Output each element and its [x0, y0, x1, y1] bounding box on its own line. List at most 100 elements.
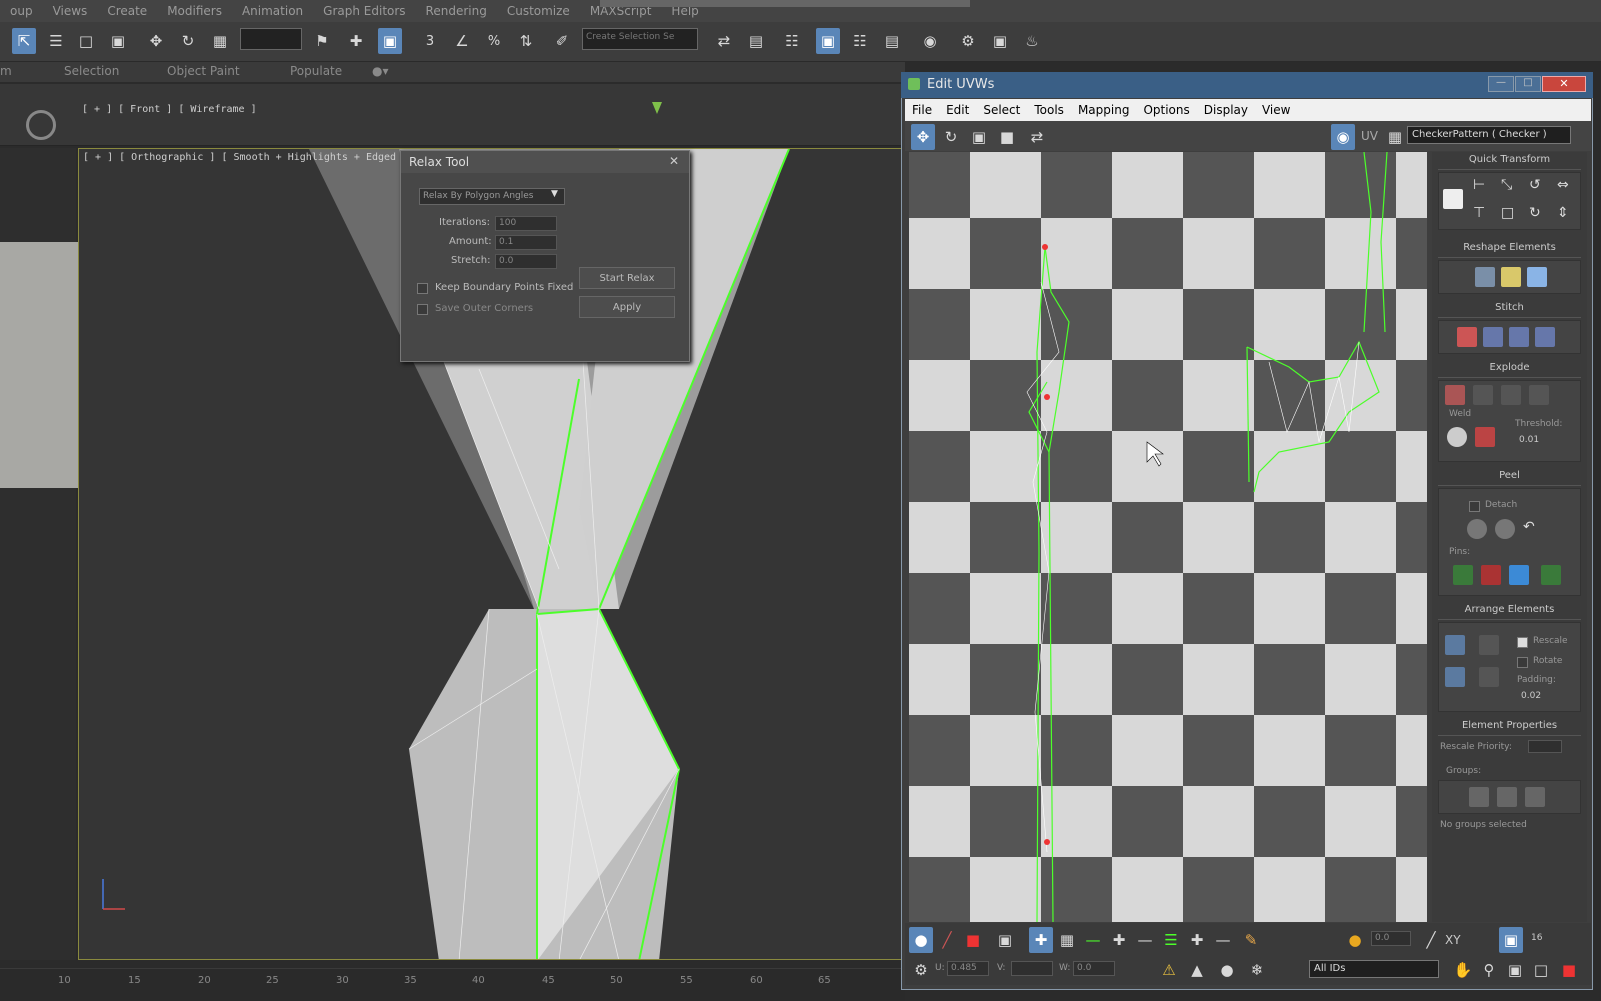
material-editor-icon[interactable]: ◉ — [918, 28, 942, 54]
poly-mode-icon[interactable]: ■ — [961, 927, 985, 953]
paint-tool-icon[interactable]: ╱ — [1419, 927, 1443, 953]
linear-align-icon[interactable]: □ — [1501, 205, 1521, 225]
explode-material-icon[interactable] — [1529, 385, 1549, 405]
threshold-spinner[interactable]: 0.01 — [1519, 435, 1539, 445]
vertex-mode-icon[interactable]: ● — [909, 927, 933, 953]
select-group-icon[interactable] — [1525, 787, 1545, 807]
schematic-view-icon[interactable]: ▤ — [880, 28, 904, 54]
stitch-average-icon[interactable] — [1509, 327, 1529, 347]
pivot-center-icon[interactable] — [1443, 189, 1463, 209]
stitch-source-icon[interactable] — [1483, 327, 1503, 347]
maximize-icon[interactable]: □ — [1515, 76, 1541, 92]
u-spinner[interactable]: 0.485 — [947, 961, 989, 976]
zoom-selected-icon[interactable]: □ — [1529, 957, 1553, 983]
ribbon-tab-object-paint[interactable]: Object Paint — [167, 64, 240, 78]
stitch-target-icon[interactable] — [1535, 327, 1555, 347]
keyboard-shortcut-icon[interactable]: ▣ — [378, 28, 402, 54]
loop-icon[interactable]: — — [1081, 927, 1105, 953]
unpin-icon[interactable] — [1481, 565, 1501, 585]
ribbon-tab-populate[interactable]: Populate — [290, 64, 342, 78]
menu-customize[interactable]: Customize — [497, 4, 580, 18]
snap-toggle-icon[interactable]: ■ — [1557, 957, 1581, 983]
stretch-spinner[interactable]: 0.0 — [495, 254, 557, 269]
apply-button[interactable]: Apply — [579, 296, 675, 318]
pan-icon[interactable]: ✋ — [1451, 957, 1475, 983]
rescale-checkbox[interactable] — [1517, 637, 1528, 648]
ribbon-tab-selection[interactable]: Selection — [64, 64, 119, 78]
reference-coord-dropdown[interactable] — [240, 28, 302, 50]
shrink-ring-icon[interactable]: — — [1211, 927, 1235, 953]
close-window-icon[interactable]: ✕ — [1542, 76, 1586, 92]
pivot-icon[interactable]: ⚑ — [310, 28, 334, 54]
uvw-menu-tools[interactable]: Tools — [1027, 103, 1071, 117]
uvw-move-icon[interactable]: ✥ — [911, 124, 935, 150]
keep-boundary-checkbox[interactable] — [417, 283, 428, 294]
grid-icon[interactable]: ▦ — [1383, 124, 1407, 150]
relax-mode-dropdown[interactable]: Relax By Polygon Angles — [419, 188, 565, 205]
zoom-value[interactable]: 16 — [1531, 933, 1542, 943]
pack-normalize-icon[interactable] — [1479, 635, 1499, 655]
stitch-custom-icon[interactable] — [1457, 327, 1477, 347]
paint-select-icon[interactable]: ✎ — [1239, 927, 1263, 953]
reshape-elements-header[interactable]: Reshape Elements — [1438, 242, 1581, 258]
explode-smooth-icon[interactable] — [1501, 385, 1521, 405]
element-properties-header[interactable]: Element Properties — [1438, 720, 1581, 736]
weld-target-icon[interactable] — [1475, 427, 1495, 447]
curve-editor-icon[interactable]: ☷ — [848, 28, 872, 54]
pack-custom-icon[interactable] — [1445, 635, 1465, 655]
show-map-icon[interactable]: ◉ — [1331, 124, 1355, 150]
uvw-menu-edit[interactable]: Edit — [939, 103, 976, 117]
menu-modifiers[interactable]: Modifiers — [157, 4, 232, 18]
minimize-icon[interactable]: — — [1488, 76, 1514, 92]
mirror-icon[interactable]: ⇄ — [712, 28, 736, 54]
grow-loop-icon[interactable]: ✚ — [1107, 927, 1131, 953]
render-setup-icon[interactable]: ⚙ — [956, 28, 980, 54]
rotate-cw-icon[interactable]: ↻ — [1529, 205, 1549, 225]
w-spinner[interactable]: 0.0 — [1073, 961, 1115, 976]
uvw-scale-icon[interactable]: ▣ — [967, 124, 991, 150]
shrink-loop-icon[interactable]: — — [1133, 927, 1157, 953]
stitch-header[interactable]: Stitch — [1438, 302, 1581, 318]
element-mode-icon[interactable]: ▣ — [993, 927, 1017, 953]
pack-together-icon[interactable] — [1445, 667, 1465, 687]
save-outer-checkbox[interactable] — [417, 304, 428, 315]
viewcube-icon[interactable] — [26, 110, 56, 140]
grow-selection-icon[interactable]: ✚ — [1029, 927, 1053, 953]
zoom-extents-icon[interactable]: ▣ — [1499, 927, 1523, 953]
percent-snap-icon[interactable]: % — [482, 28, 506, 54]
spinner-snap-icon[interactable]: ⇅ — [514, 28, 538, 54]
edge-mode-icon[interactable]: ╱ — [935, 927, 959, 953]
filter-icon[interactable]: ❄ — [1245, 957, 1269, 983]
uvw-menu-select[interactable]: Select — [976, 103, 1027, 117]
render-frame-icon[interactable]: ▣ — [988, 28, 1012, 54]
rect-selection-icon[interactable]: □ — [74, 28, 98, 54]
snaps-toggle-icon[interactable]: 3 — [418, 28, 442, 54]
ribbon-toggle-icon[interactable]: ▣ — [816, 28, 840, 54]
align-diagonal-icon[interactable]: ⤡ — [1501, 177, 1521, 197]
menu-graph-editors[interactable]: Graph Editors — [313, 4, 415, 18]
ring-icon[interactable]: ☰ — [1159, 927, 1183, 953]
amount-spinner[interactable]: 0.1 — [495, 235, 557, 250]
v-spinner[interactable] — [1011, 961, 1053, 976]
move-icon[interactable]: ✥ — [144, 28, 168, 54]
align-icon[interactable]: ▤ — [744, 28, 768, 54]
arrange-elements-header[interactable]: Arrange Elements — [1438, 604, 1581, 620]
detach-checkbox[interactable] — [1469, 501, 1480, 512]
weld-selected-icon[interactable] — [1447, 427, 1467, 447]
absolute-offset-icon[interactable]: ⚙ — [909, 957, 933, 983]
render-teapot-icon[interactable]: ♨ — [1020, 28, 1044, 54]
rotate-icon[interactable]: ↻ — [176, 28, 200, 54]
shrink-selection-icon[interactable]: ▦ — [1055, 927, 1079, 953]
align-horizontal-icon[interactable]: ⊢ — [1473, 177, 1493, 197]
circle-icon[interactable] — [1527, 267, 1547, 287]
left-viewport[interactable] — [0, 148, 176, 960]
uvw-mirror-icon[interactable]: ⇄ — [1025, 124, 1049, 150]
angle-snap-icon[interactable]: ∠ — [450, 28, 474, 54]
align-vertical-icon[interactable]: ⊤ — [1473, 205, 1493, 225]
explode-poly-icon[interactable] — [1473, 385, 1493, 405]
window-crossing-icon[interactable]: ▣ — [106, 28, 130, 54]
break-icon[interactable] — [1445, 385, 1465, 405]
select-pins-icon[interactable] — [1541, 565, 1561, 585]
uvw-menu-view[interactable]: View — [1255, 103, 1297, 117]
perspective-viewport-label[interactable]: [ + ] [ Orthographic ] [ Smooth + Highli… — [83, 152, 444, 163]
